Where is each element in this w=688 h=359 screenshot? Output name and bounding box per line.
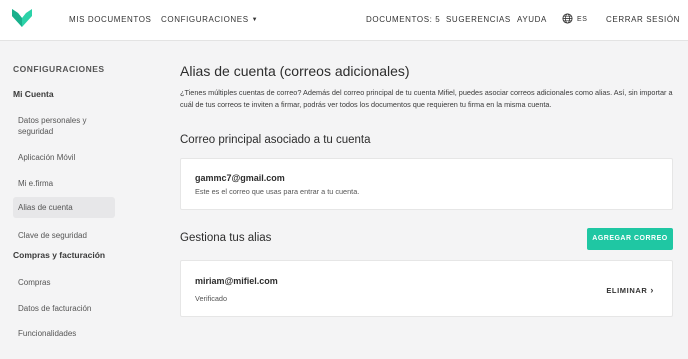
sidebar-item-security-key[interactable]: Clave de seguridad <box>13 226 115 245</box>
sidebar-item-personal-data[interactable]: Datos personales y seguridad <box>13 111 113 141</box>
nav-logout[interactable]: CERRAR SESIÓN <box>606 15 680 24</box>
language-label: ES <box>577 16 588 23</box>
sidebar-item-account-alias[interactable]: Alias de cuenta <box>13 197 115 218</box>
sidebar-item-purchases[interactable]: Compras <box>13 273 115 292</box>
globe-icon <box>562 13 573 24</box>
nav-help[interactable]: AYUDA <box>517 15 547 24</box>
sidebar-item-features[interactable]: Funcionalidades <box>13 324 115 343</box>
alias-status: Verificado <box>195 294 228 303</box>
primary-email-card: gammc7@gmail.com Este es el correo que u… <box>180 158 673 210</box>
sidebar-section-account: Mi Cuenta <box>13 89 54 99</box>
top-navbar: MIS DOCUMENTOS CONFIGURACIONES ▼ DOCUMENT… <box>0 0 688 41</box>
page-title: Alias de cuenta (correos adicionales) <box>180 63 410 79</box>
mifiel-logo[interactable] <box>12 9 32 27</box>
delete-alias-button[interactable]: ELIMINAR › <box>606 285 654 295</box>
sidebar-item-efirma[interactable]: Mi e.firma <box>13 174 115 193</box>
nav-documents-count[interactable]: DOCUMENTOS: 5 <box>366 15 440 24</box>
language-selector[interactable]: ES <box>562 13 588 24</box>
primary-email-section-title: Correo principal asociado a tu cuenta <box>180 134 371 146</box>
chevron-down-icon: ▼ <box>251 17 259 23</box>
alias-email: miriam@mifiel.com <box>195 276 278 286</box>
aliases-section-title: Gestiona tus alias <box>180 232 272 244</box>
primary-email: gammc7@gmail.com <box>195 173 285 183</box>
primary-email-note: Este es el correo que usas para entrar a… <box>195 187 360 196</box>
settings-sidebar: CONFIGURACIONES Mi Cuenta Datos personal… <box>0 42 130 359</box>
sidebar-heading: CONFIGURACIONES <box>13 64 105 74</box>
add-email-button[interactable]: AGREGAR CORREO <box>587 228 673 250</box>
sidebar-item-mobile-app[interactable]: Aplicación Móvil <box>13 148 115 167</box>
chevron-right-icon: › <box>650 285 654 295</box>
alias-card: miriam@mifiel.com Verificado ELIMINAR › <box>180 260 673 317</box>
delete-alias-label: ELIMINAR <box>606 286 648 295</box>
nav-settings[interactable]: CONFIGURACIONES ▼ <box>161 15 258 24</box>
nav-my-documents[interactable]: MIS DOCUMENTOS <box>69 15 151 24</box>
page-description: ¿Tienes múltiples cuentas de correo? Ade… <box>180 88 673 109</box>
nav-settings-label: CONFIGURACIONES <box>161 15 249 24</box>
nav-suggestions[interactable]: SUGERENCIAS <box>446 15 511 24</box>
sidebar-item-billing-data[interactable]: Datos de facturación <box>13 299 115 318</box>
sidebar-section-billing: Compras y facturación <box>13 250 106 260</box>
